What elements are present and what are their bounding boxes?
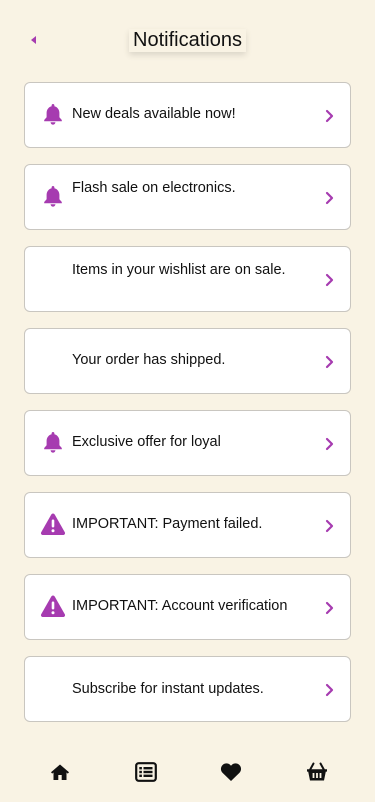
notification-item-3[interactable]: Items in your wishlist are on sale. [24, 246, 351, 312]
nav-list[interactable] [134, 760, 158, 784]
notification-item-7[interactable]: IMPORTANT: Account verification [24, 574, 351, 640]
page-title: Notifications [0, 29, 375, 52]
home-icon [51, 764, 69, 780]
notification-item-5[interactable]: Exclusive offer for loyal [24, 410, 351, 476]
page-title-text: Notifications [129, 29, 246, 52]
header: Notifications [0, 0, 375, 70]
notification-text: Flash sale on electronics. [72, 180, 236, 196]
basket-icon [307, 762, 327, 781]
nav-home[interactable] [48, 760, 72, 784]
bell-icon [40, 429, 66, 455]
notification-text: Subscribe for instant updates. [72, 681, 264, 697]
notification-text: Exclusive offer for loyal [72, 434, 221, 450]
chevron-right-icon [323, 354, 335, 370]
notification-item-1[interactable]: New deals available now! [24, 82, 351, 148]
heart-icon [220, 763, 242, 781]
notification-text: IMPORTANT: Account verification [72, 598, 288, 614]
notification-item-4[interactable]: Your order has shipped. [24, 328, 351, 394]
chevron-right-icon [323, 272, 335, 288]
notification-item-2[interactable]: Flash sale on electronics. [24, 164, 351, 230]
notification-text: Your order has shipped. [72, 352, 226, 368]
notifications-screen: Notifications New deals available now! F… [0, 0, 375, 802]
notification-text: Items in your wishlist are on sale. [72, 262, 286, 278]
bell-icon [40, 101, 66, 127]
list-icon [135, 762, 157, 782]
notification-item-8[interactable]: Subscribe for instant updates. [24, 656, 351, 722]
chevron-right-icon [323, 600, 335, 616]
bell-icon [40, 183, 66, 209]
nav-cart[interactable] [305, 760, 329, 784]
notification-text: New deals available now! [72, 106, 236, 122]
notification-item-6[interactable]: IMPORTANT: Payment failed. [24, 492, 351, 558]
chevron-right-icon [323, 108, 335, 124]
nav-favorites[interactable] [219, 760, 243, 784]
notification-text: IMPORTANT: Payment failed. [72, 516, 263, 532]
chevron-right-icon [323, 436, 335, 452]
chevron-right-icon [323, 190, 335, 206]
notification-list: New deals available now! Flash sale on e… [24, 82, 351, 738]
chevron-right-icon [323, 682, 335, 698]
warning-icon [40, 511, 66, 537]
warning-icon [40, 593, 66, 619]
chevron-right-icon [323, 518, 335, 534]
bottom-nav [0, 748, 375, 802]
